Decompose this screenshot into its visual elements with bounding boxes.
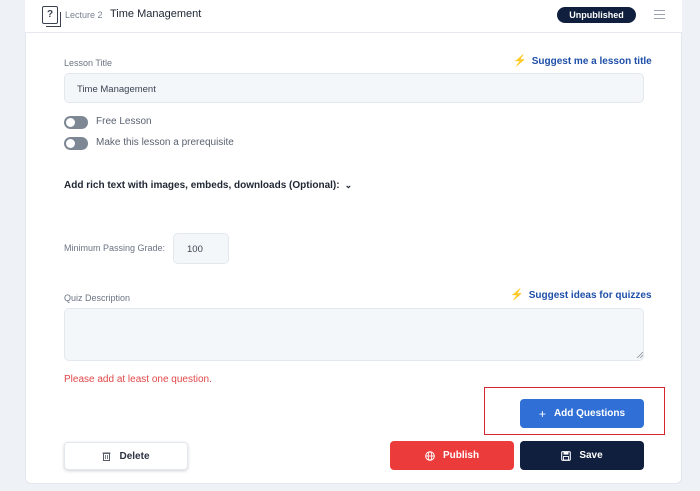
lesson-title-input[interactable]: Time Management (64, 73, 644, 103)
globe-icon (425, 450, 435, 461)
error-message: Please add at least one question. (64, 374, 212, 385)
rich-text-expander[interactable]: Add rich text with images, embeds, downl… (64, 180, 352, 191)
plus-icon: + (538, 406, 546, 421)
suggest-lesson-title-link[interactable]: ⚡ Suggest me a lesson title (513, 54, 652, 67)
lecture-icon: ? (42, 6, 61, 27)
lecture-title: Time Management (110, 8, 202, 20)
min-grade-input[interactable]: 100 (173, 233, 229, 264)
trash-icon (102, 452, 111, 461)
menu-icon[interactable] (654, 10, 665, 19)
publish-label: Publish (442, 450, 480, 461)
free-lesson-label: Free Lesson (96, 116, 152, 127)
save-icon (561, 450, 572, 461)
status-badge[interactable]: Unpublished (557, 7, 636, 23)
rich-text-label: Add rich text with images, embeds, downl… (64, 180, 340, 191)
add-questions-button[interactable]: + Add Questions (520, 399, 644, 428)
quiz-description-label: Quiz Description (64, 293, 131, 303)
min-grade-label: Minimum Passing Grade: (64, 243, 166, 253)
save-label: Save (579, 450, 603, 461)
magic-wand-icon: ⚡ (513, 55, 527, 67)
publish-button[interactable]: Publish (390, 441, 514, 470)
prerequisite-label: Make this lesson a prerequisite (96, 137, 234, 148)
save-button[interactable]: Save (520, 441, 644, 470)
lesson-title-label: Lesson Title (64, 58, 113, 68)
delete-label: Delete (119, 450, 150, 462)
lecture-number: Lecture 2 (65, 10, 103, 20)
delete-button[interactable]: Delete (64, 442, 188, 470)
suggest-quiz-ideas-text: Suggest ideas for quizzes (528, 290, 652, 301)
magic-wand-icon: ⚡ (510, 289, 524, 301)
chevron-down-icon: ⌄ (344, 180, 353, 190)
add-questions-label: Add Questions (553, 408, 626, 419)
lecture-header: ? Lecture 2 Time Management Unpublished (25, 0, 682, 33)
suggest-quiz-ideas-link[interactable]: ⚡ Suggest ideas for quizzes (510, 288, 652, 301)
prerequisite-toggle[interactable] (64, 137, 88, 150)
textarea-resize-handle[interactable] (636, 351, 643, 358)
quiz-description-textarea[interactable] (64, 308, 644, 361)
free-lesson-toggle[interactable] (64, 116, 88, 129)
suggest-lesson-title-text: Suggest me a lesson title (531, 56, 652, 67)
